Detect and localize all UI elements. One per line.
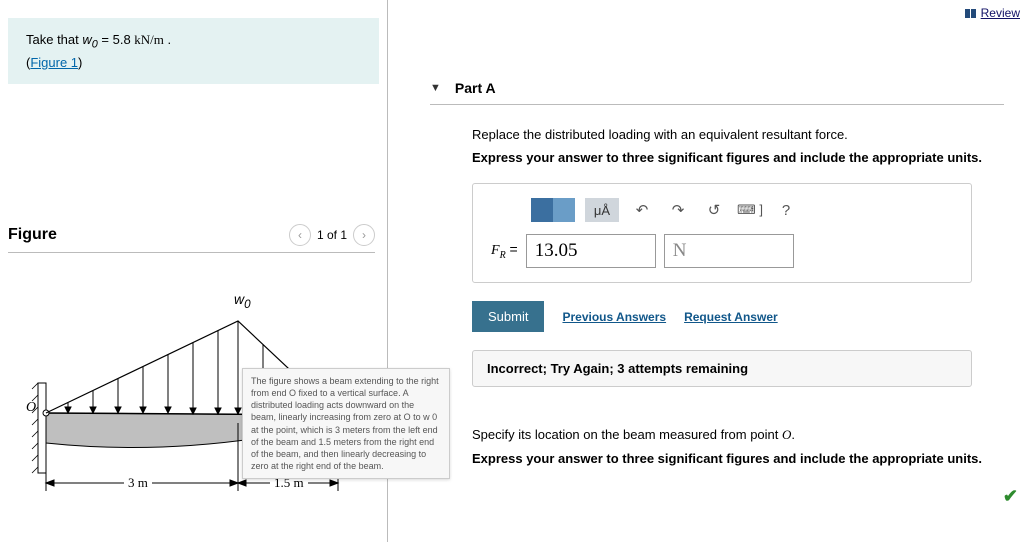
figure-O-label: O: [26, 400, 36, 416]
fr-label: FR =: [491, 241, 518, 261]
checkmark-icon: ✔: [1003, 486, 1018, 507]
answer-value-input[interactable]: [526, 234, 656, 268]
help-icon[interactable]: ?: [773, 198, 799, 222]
review-label: Review: [981, 6, 1020, 20]
template-tool-icon[interactable]: [531, 198, 553, 222]
problem-eq: = 5.8: [98, 32, 135, 47]
problem-statement: Take that w0 = 5.8 kN/m . (Figure 1): [8, 18, 379, 84]
part-a-title: Part A: [455, 80, 496, 96]
previous-answers-link[interactable]: Previous Answers: [562, 310, 666, 324]
part-b-prompt: Specify its location on the beam measure…: [472, 427, 1004, 443]
figure-title: Figure: [8, 226, 57, 244]
pager-text: 1 of 1: [317, 228, 347, 242]
figure-w0-label: w0: [234, 291, 251, 311]
problem-text: Take that: [26, 32, 82, 47]
answer-box: μÅ ↶ ↷ ↺ ⌨ ] ? FR =: [472, 183, 972, 283]
answer-input-row: FR =: [491, 234, 953, 268]
feedback-box: Incorrect; Try Again; 3 attempts remaini…: [472, 350, 972, 387]
figure-pager: ‹ 1 of 1 ›: [289, 224, 375, 246]
problem-unit: kN/m: [134, 32, 164, 47]
figure-divider: [8, 252, 375, 253]
units-tool[interactable]: μÅ: [585, 198, 619, 222]
figure-link[interactable]: Figure 1: [30, 55, 78, 70]
book-icon: [965, 9, 977, 18]
problem-post: .: [164, 32, 171, 47]
review-link[interactable]: Review: [965, 6, 1020, 20]
submit-button[interactable]: Submit: [472, 301, 544, 332]
template-tool2-icon[interactable]: [553, 198, 575, 222]
keyboard-icon[interactable]: ⌨ ]: [737, 198, 763, 222]
part-a-prompt: Replace the distributed loading with an …: [472, 127, 1004, 142]
answer-toolbar: μÅ ↶ ↷ ↺ ⌨ ] ?: [531, 198, 953, 222]
part-a-header[interactable]: ▼ Part A: [430, 80, 1024, 96]
pager-prev[interactable]: ‹: [289, 224, 311, 246]
problem-var: w0: [82, 32, 97, 47]
redo-icon[interactable]: ↷: [665, 198, 691, 222]
reset-icon[interactable]: ↺: [701, 198, 727, 222]
figure-header: Figure ‹ 1 of 1 ›: [8, 224, 375, 252]
pager-next[interactable]: ›: [353, 224, 375, 246]
part-a-instructions: Express your answer to three significant…: [472, 150, 1004, 165]
answer-unit-input[interactable]: [664, 234, 794, 268]
caret-down-icon: ▼: [430, 82, 441, 94]
undo-icon[interactable]: ↶: [629, 198, 655, 222]
figure-description-tooltip: The figure shows a beam extending to the…: [242, 368, 450, 479]
part-b-instructions: Express your answer to three significant…: [472, 451, 1004, 466]
part-a-rule: [430, 104, 1004, 105]
request-answer-link[interactable]: Request Answer: [684, 310, 778, 324]
figure-dim-3m: 3 m: [124, 475, 152, 491]
